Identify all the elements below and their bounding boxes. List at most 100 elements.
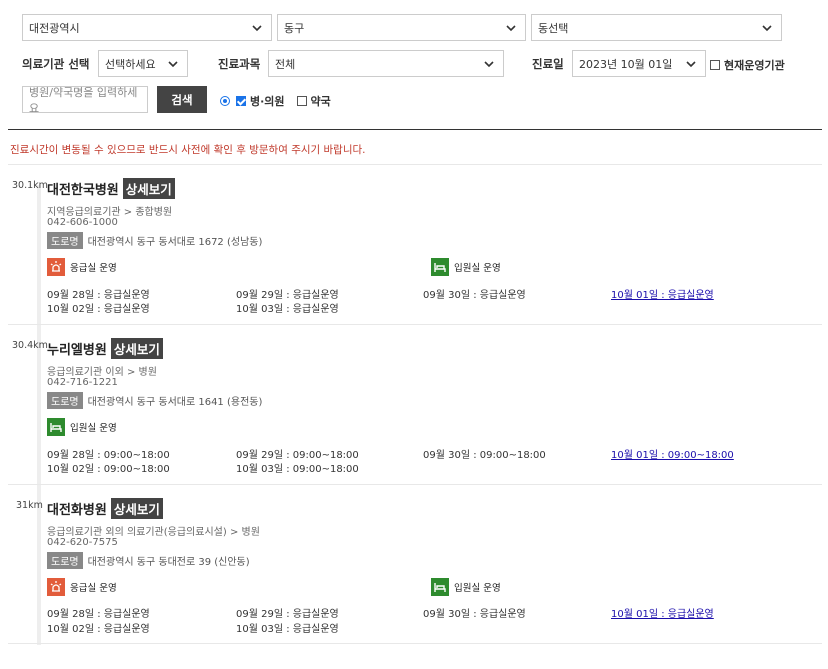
hospital-checkbox[interactable]: [236, 96, 246, 106]
schedule-item: 10월 03일 : 09:00~18:00: [236, 464, 359, 475]
hospital-category: 응급의료기관 이외 > 병원: [47, 367, 157, 378]
hospital-address: 도로명 대전광역시 동구 동서대로 1672 (성남동): [47, 232, 262, 249]
region2-select[interactable]: 동구: [277, 14, 526, 41]
current-open-toggle[interactable]: 현재운영기관: [710, 57, 785, 73]
ward-badge: 입원실 운영: [47, 418, 117, 436]
emergency-siren-icon: [47, 258, 65, 276]
card-divider: [8, 643, 822, 644]
road-tag: 도로명: [47, 552, 83, 569]
institution-value: 선택하세요: [105, 57, 156, 71]
address-text: 대전광역시 동구 동대전로 39 (신안동): [87, 557, 250, 568]
bed-icon: [431, 258, 449, 276]
hospital-address: 도로명 대전광역시 동구 동서대로 1641 (용전동): [47, 392, 262, 409]
ward-label: 입원실 운영: [454, 263, 501, 274]
distance-label: 30.1km: [12, 180, 48, 191]
schedule-item: 10월 03일 : 응급실운영: [236, 624, 339, 635]
schedule-item: 09월 30일 : 응급실운영: [423, 290, 526, 301]
chevron-down-icon: [686, 61, 696, 68]
region3-select[interactable]: 동선택: [531, 14, 782, 41]
schedule-item: 10월 03일 : 응급실운영: [236, 304, 339, 315]
hospital-name: 누리엘병원 상세보기: [47, 338, 163, 359]
ward-badge: 입원실 운영: [431, 578, 501, 596]
schedule-item-selected[interactable]: 10월 01일 : 응급실운영: [611, 605, 714, 620]
schedule-item: 10월 02일 : 응급실운영: [47, 624, 150, 635]
er-label: 응급실 운영: [70, 263, 117, 274]
hospital-name-text: 대전한국병원: [47, 183, 119, 198]
schedule-item: 09월 28일 : 응급실운영: [47, 290, 150, 301]
region3-value: 동선택: [538, 21, 569, 35]
ward-label: 입원실 운영: [70, 423, 117, 434]
schedule-item: 10월 02일 : 09:00~18:00: [47, 464, 170, 475]
ward-label: 입원실 운영: [454, 583, 501, 594]
dept-label: 진료과목: [218, 57, 261, 71]
address-text: 대전광역시 동구 동서대로 1641 (용전동): [87, 397, 263, 408]
schedule-item: 09월 28일 : 응급실운영: [47, 609, 150, 620]
road-tag: 도로명: [47, 392, 83, 409]
distance-label: 31km: [16, 500, 43, 511]
er-label: 응급실 운영: [70, 583, 117, 594]
detail-button[interactable]: 상세보기: [122, 178, 175, 199]
chevron-down-icon: [506, 25, 516, 32]
current-open-label: 현재운영기관: [724, 59, 785, 72]
chevron-down-icon: [484, 61, 494, 68]
distance-label: 30.4km: [12, 340, 48, 351]
hospital-name-text: 누리엘병원: [47, 343, 107, 358]
road-tag: 도로명: [47, 232, 83, 249]
search-button[interactable]: 검색: [157, 86, 207, 113]
chevron-down-icon: [252, 25, 262, 32]
schedule-item: 09월 29일 : 09:00~18:00: [236, 450, 359, 461]
schedule-item-selected[interactable]: 10월 01일 : 응급실운영: [611, 286, 714, 301]
schedule-item-selected[interactable]: 10월 01일 : 09:00~18:00: [611, 446, 734, 461]
schedule-item: 09월 29일 : 응급실운영: [236, 609, 339, 620]
region1-select[interactable]: 대전광역시: [22, 14, 272, 41]
er-badge: 응급실 운영: [47, 258, 117, 276]
chevron-down-icon: [168, 61, 178, 68]
hospital-name: 대전한국병원 상세보기: [47, 178, 175, 199]
date-label: 진료일: [532, 57, 564, 71]
card-divider: [8, 484, 822, 485]
chevron-down-icon: [762, 25, 772, 32]
card-divider: [8, 164, 822, 165]
bed-icon: [431, 578, 449, 596]
detail-button[interactable]: 상세보기: [110, 498, 163, 519]
pharmacy-checkbox[interactable]: [296, 96, 307, 106]
hospital-name: 대전화병원 상세보기: [47, 498, 163, 519]
schedule-item: 10월 02일 : 응급실운영: [47, 304, 150, 315]
ward-badge: 입원실 운영: [431, 258, 501, 276]
all-radio[interactable]: [220, 96, 230, 106]
hospital-address: 도로명 대전광역시 동구 동대전로 39 (신안동): [47, 552, 250, 569]
dept-value: 전체: [275, 57, 296, 71]
search-placeholder: 병원/약국명을 입력하세요: [29, 85, 138, 115]
hospital-phone: 042-716-1221: [47, 377, 118, 388]
institution-label: 의료기관 선택: [22, 57, 90, 71]
schedule-item: 09월 30일 : 응급실운영: [423, 609, 526, 620]
dept-select[interactable]: 전체: [268, 50, 504, 77]
er-badge: 응급실 운영: [47, 578, 117, 596]
timeline-line: [37, 185, 41, 645]
type-filters: 병·의원 약국: [220, 93, 331, 109]
current-open-checkbox[interactable]: [710, 60, 720, 70]
detail-button[interactable]: 상세보기: [110, 338, 163, 359]
region2-value: 동구: [284, 21, 305, 35]
address-text: 대전광역시 동구 동서대로 1672 (성남동): [87, 237, 263, 248]
pharmacy-label: 약국: [310, 95, 331, 108]
hospital-category: 응급의료기관 외의 의료기관(응급의료시설) > 병원: [47, 527, 260, 538]
hospital-label: 병·의원: [250, 95, 285, 108]
notice-text: 진료시간이 변동될 수 있으므로 반드시 사전에 확인 후 방문하여 주시기 바…: [10, 144, 366, 156]
search-input[interactable]: 병원/약국명을 입력하세요: [22, 85, 148, 115]
hospital-phone: 042-620-7575: [47, 537, 118, 548]
card-divider: [8, 324, 822, 325]
hospital-category: 지역응급의료기관 > 종합병원: [47, 207, 173, 218]
emergency-siren-icon: [47, 578, 65, 596]
hospital-name-text: 대전화병원: [47, 503, 107, 518]
date-value: 2023년 10월 01일: [579, 57, 673, 71]
hospital-phone: 042-606-1000: [47, 217, 118, 228]
schedule-item: 09월 29일 : 응급실운영: [236, 290, 339, 301]
date-select[interactable]: 2023년 10월 01일: [572, 50, 706, 77]
region1-value: 대전광역시: [29, 21, 80, 35]
header-divider: [8, 129, 822, 130]
schedule-item: 09월 28일 : 09:00~18:00: [47, 450, 170, 461]
institution-select[interactable]: 선택하세요: [98, 50, 188, 77]
schedule-item: 09월 30일 : 09:00~18:00: [423, 450, 546, 461]
bed-icon: [47, 418, 65, 436]
